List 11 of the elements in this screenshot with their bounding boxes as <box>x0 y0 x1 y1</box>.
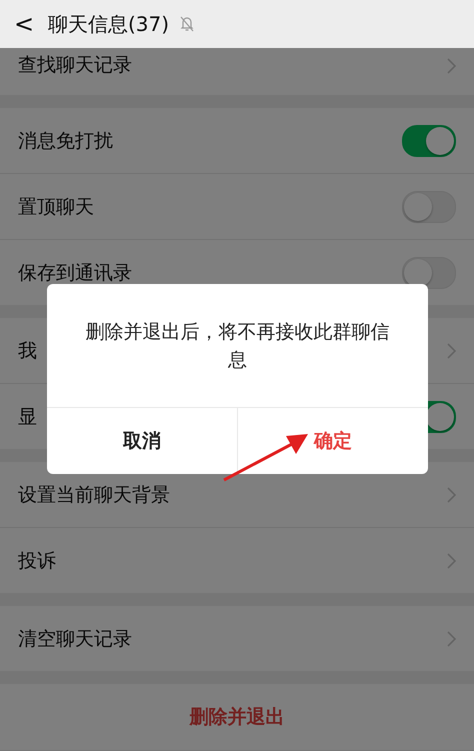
dialog-message: 删除并退出后，将不再接收此群聊信息 <box>84 320 390 373</box>
row-label: 投诉 <box>18 548 56 574</box>
chat-title: 聊天信息(37) <box>48 10 170 38</box>
row-label: 清空聊天记录 <box>18 626 132 652</box>
row-label: 消息免打扰 <box>18 128 113 154</box>
row-label: 查找聊天记录 <box>18 53 132 78</box>
row-label: 显 <box>18 404 37 430</box>
row-label: 置顶聊天 <box>18 194 94 220</box>
row-label: 设置当前聊天背景 <box>18 482 170 508</box>
row-label: 我 <box>18 338 37 364</box>
row-label: 保存到通讯录 <box>18 260 132 286</box>
